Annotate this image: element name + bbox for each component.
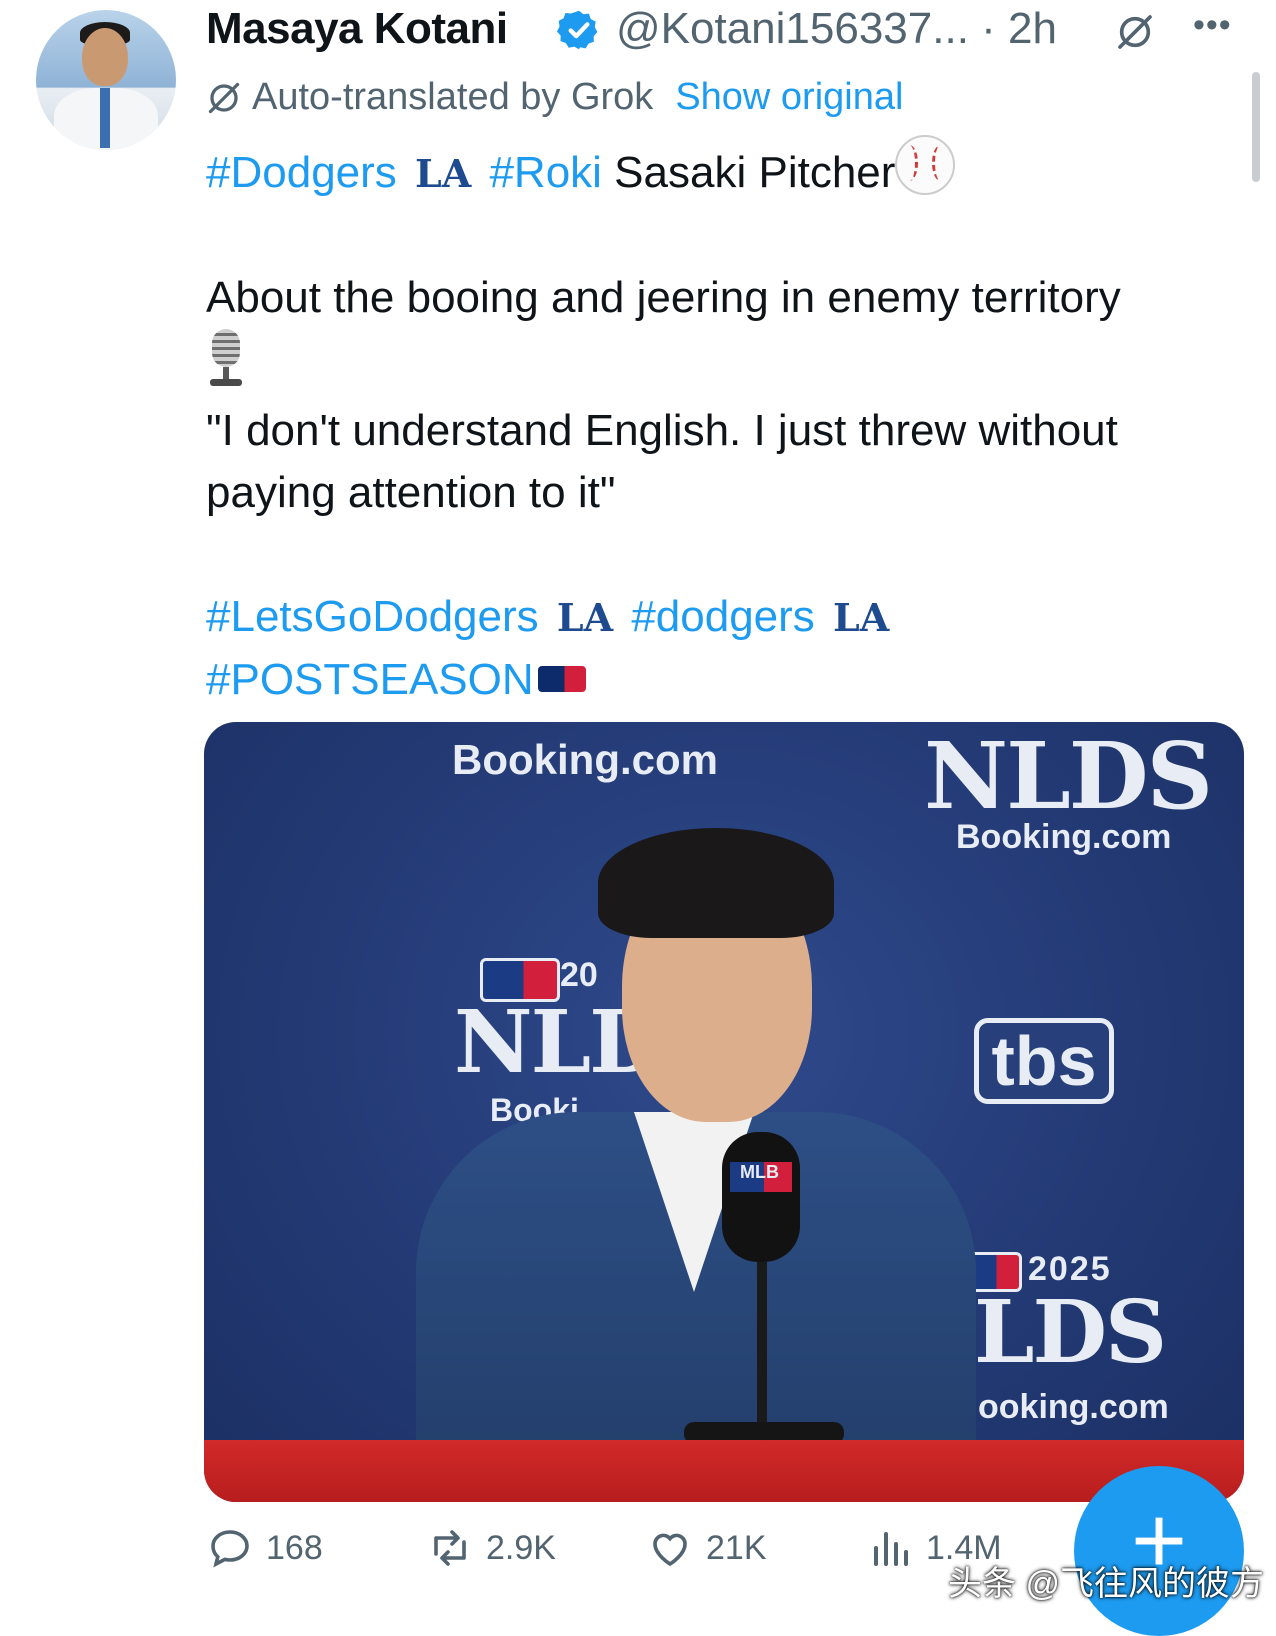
hashtag-roki[interactable]: #Roki <box>489 148 602 197</box>
translation-label: Auto-translated by Grok <box>252 76 654 118</box>
microphone <box>722 1132 800 1262</box>
tweet-line-about: About the booing and jeering in enemy te… <box>206 273 1121 322</box>
translation-row: Auto-translated by Grok Show original <box>206 76 903 119</box>
backdrop-year-left: 20 <box>560 956 598 994</box>
avatar[interactable] <box>36 10 176 150</box>
tbs-logo-icon: tbs <box>974 1018 1114 1104</box>
author-handle[interactable]: @Kotani156337... · 2h <box>616 4 1057 54</box>
microphone-emoji-icon <box>206 329 246 387</box>
la-logo-icon: LA <box>415 151 472 196</box>
timestamp: 2h <box>1008 4 1057 53</box>
compose-fab-button[interactable]: + <box>1074 1466 1244 1636</box>
mlb-logo-icon <box>537 666 586 692</box>
la-logo-icon: LA <box>833 595 890 640</box>
hashtag-postseason[interactable]: #POSTSEASON <box>206 655 534 704</box>
tweet-quote: "I don't understand English. I just thre… <box>206 406 1118 517</box>
baseball-emoji-icon <box>895 135 956 195</box>
backdrop-booking-top: Booking.com <box>452 736 719 783</box>
grok-icon[interactable] <box>1115 12 1155 52</box>
tweet-text: #Dodgers LA #Roki Sasaki Pitcher About t… <box>206 135 1246 711</box>
views-chart-icon <box>874 1532 908 1566</box>
person-hair <box>598 828 834 938</box>
like-count: 21K <box>706 1528 767 1567</box>
like-button[interactable]: 21K <box>646 1524 767 1572</box>
more-options-icon[interactable]: ••• <box>1193 6 1232 45</box>
tweet-text-sasaki: Sasaki Pitcher <box>601 148 896 197</box>
backdrop-booking-right: Booking.com <box>956 818 1172 856</box>
grok-translate-icon <box>208 82 240 113</box>
show-original-link[interactable]: Show original <box>675 76 903 119</box>
hashtag-dodgers[interactable]: #Dodgers <box>206 148 397 197</box>
mic-stand <box>757 1262 767 1432</box>
hashtag-letsgododgers[interactable]: #LetsGoDodgers <box>206 592 539 641</box>
author-name[interactable]: Masaya Kotani <box>206 4 508 54</box>
la-logo-icon: LA <box>556 595 614 640</box>
tweet-media-image[interactable]: Booking.com NLDS Booking.com 20 NLD Book… <box>204 722 1244 1502</box>
hashtag-dodgers-lower[interactable]: #dodgers <box>631 592 814 641</box>
backdrop-booking-bottom-right: ooking.com <box>978 1388 1169 1426</box>
reply-button[interactable]: 168 <box>206 1524 323 1572</box>
watermark-text: 头条 @飞往风的彼方 <box>948 1565 1264 1603</box>
repost-icon <box>434 1530 466 1566</box>
scrollbar[interactable] <box>1252 72 1260 182</box>
backdrop-lds-right: LDS <box>974 1282 1167 1383</box>
press-table <box>204 1440 1244 1502</box>
verified-badge-icon <box>557 10 598 50</box>
repost-count: 2.9K <box>486 1528 556 1567</box>
mic-flag-text: MLB <box>740 1162 779 1182</box>
reply-count: 168 <box>266 1528 323 1567</box>
reply-icon <box>211 1530 249 1568</box>
heart-icon <box>653 1533 687 1567</box>
repost-button[interactable]: 2.9K <box>426 1524 556 1572</box>
backdrop-nlds-top: NLDS <box>924 722 1213 830</box>
